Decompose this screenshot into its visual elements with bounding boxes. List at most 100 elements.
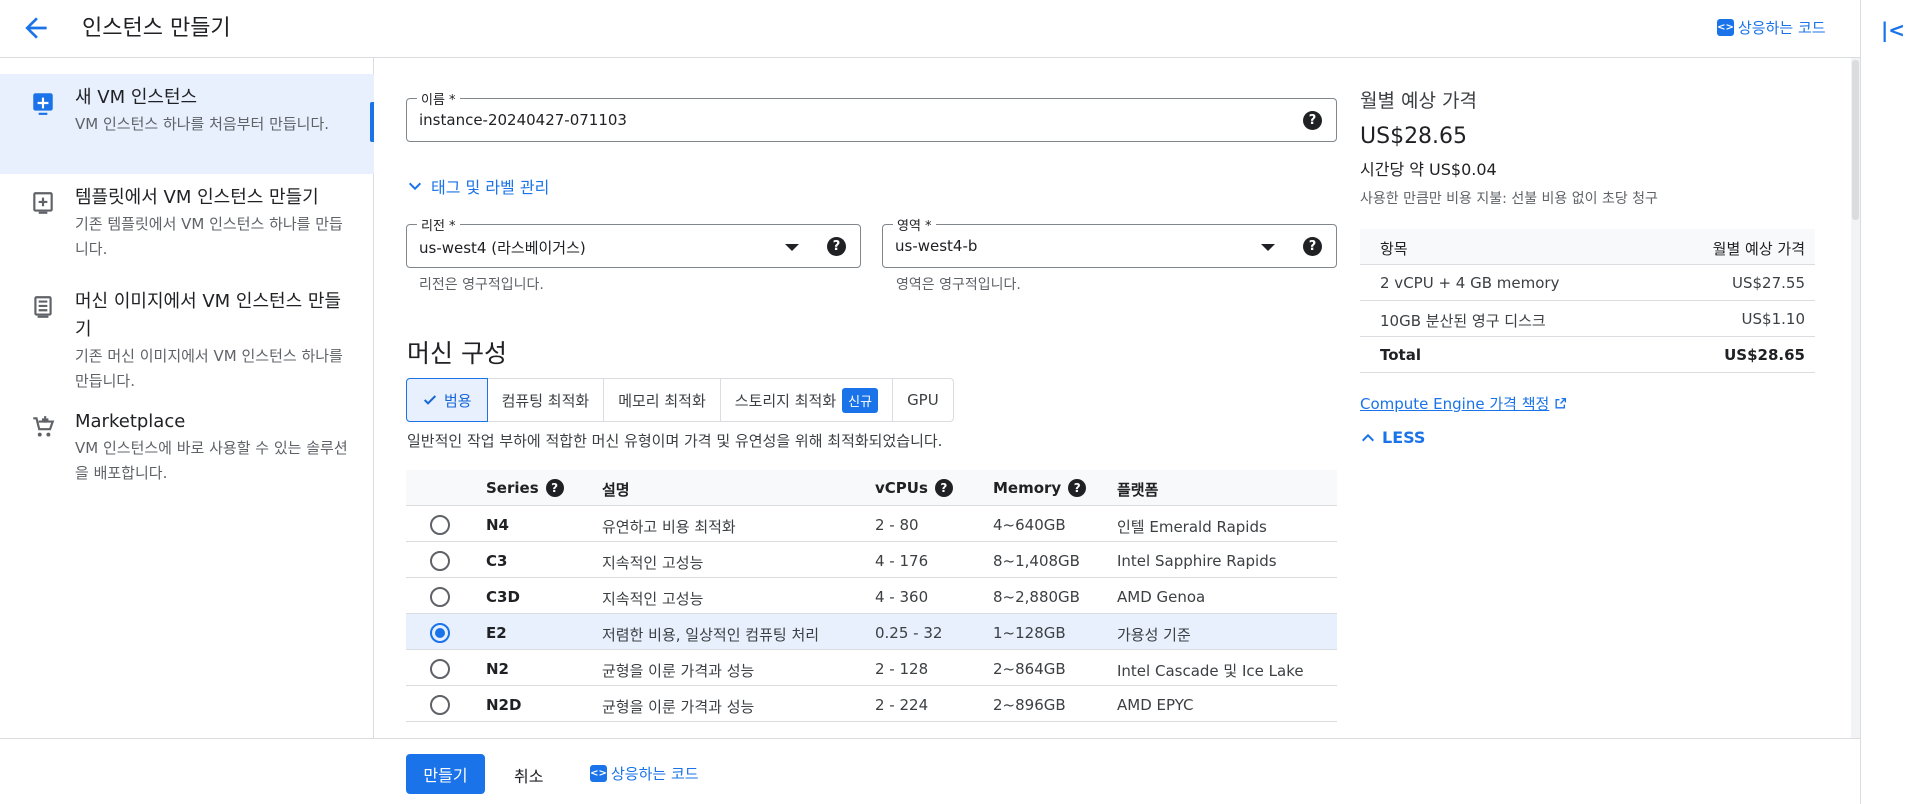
open-in-new-icon	[1555, 397, 1567, 409]
help-icon[interactable]: ?	[1303, 237, 1322, 256]
tab-label: 메모리 최적화	[618, 391, 706, 410]
code-icon: <>	[1717, 19, 1734, 36]
cell-series: N2D	[486, 696, 522, 714]
less-label: LESS	[1382, 428, 1426, 447]
cell-platform: Intel Cascade 및 Ice Lake	[1117, 662, 1304, 680]
table-row[interactable]: N2 균형을 이룬 가격과 성능 2 - 128 2~864GB Intel Casca…	[406, 650, 1337, 686]
series-radio[interactable]	[430, 587, 450, 607]
sidebar-item-title: 템플릿에서 VM 인스턴스 만들기	[75, 187, 319, 208]
sidebar-item-desc: VM 인스턴스 하나를 처음부터 만듭니다.	[75, 115, 330, 133]
manage-tags-label: 태그 및 라벨 관리	[431, 178, 550, 197]
template-add-icon	[33, 192, 53, 214]
pricing-link-label: Compute Engine 가격 책정	[1360, 395, 1550, 413]
sidebar-item-from-template[interactable]: 템플릿에서 VM 인스턴스 만들기 기존 템플릿에서 VM 인스턴스 하나를 만…	[0, 174, 374, 274]
sidebar-item-new-vm[interactable]: 새 VM 인스턴스 VM 인스턴스 하나를 처음부터 만듭니다.	[0, 74, 374, 174]
col-platform-label: 플랫폼	[1117, 481, 1159, 499]
help-icon[interactable]: ?	[827, 237, 846, 256]
help-icon[interactable]: ?	[934, 479, 953, 497]
zone-label: 영역 *	[893, 215, 936, 234]
help-icon[interactable]: ?	[1068, 479, 1087, 497]
cell-platform: 인텔 Emerald Rapids	[1117, 518, 1267, 536]
series-radio[interactable]	[430, 515, 450, 535]
estimate-hourly: 시간당 약 US$0.04	[1360, 160, 1497, 179]
cell-platform: 가용성 기준	[1117, 626, 1191, 644]
table-row: 2 vCPU + 4 GB memory US$27.55	[1360, 265, 1815, 301]
pricing-link[interactable]: Compute Engine 가격 책정	[1360, 393, 1567, 414]
col-memory-label: Memory	[993, 479, 1062, 497]
sidebar-item-desc: 기존 머신 이미지에서 VM 인스턴스 하나를 만듭니다.	[75, 347, 343, 390]
create-button[interactable]: 만들기	[406, 754, 485, 794]
cancel-button[interactable]: 취소	[514, 763, 543, 787]
col-series-label: Series	[486, 479, 539, 497]
table-row[interactable]: C3D 지속적인 고성능 4 - 360 8~2,880GB AMD Genoa	[406, 578, 1337, 614]
region-select[interactable]: 리전 * us-west4 (라스베이거스) ?	[406, 215, 861, 268]
cell-vcpus: 4 - 360	[875, 588, 929, 606]
machine-series-table: Series ? 설명 vCPUs ? Memory ? 플랫폼 N4 유연하고 …	[406, 470, 1337, 722]
table-row[interactable]: N4 유연하고 비용 최적화 2 - 80 4~640GB 인텔 Emerald Rap…	[406, 506, 1337, 542]
cost-breakdown-table: 항목 월별 예상 가격 2 vCPU + 4 GB memory US$27.5…	[1360, 229, 1815, 373]
code-icon: <>	[590, 765, 607, 782]
scrollbar[interactable]	[1851, 58, 1860, 738]
tab-label: 범용	[444, 391, 472, 410]
table-row[interactable]: E2 저렴한 비용, 일상적인 컴퓨팅 처리 0.25 - 32 1~128GB 가용성…	[406, 614, 1337, 650]
back-arrow-icon[interactable]	[20, 12, 52, 44]
machine-config-title: 머신 구성	[407, 339, 507, 368]
cell-platform: AMD EPYC	[1117, 696, 1194, 714]
instance-name-field[interactable]: 이름 * instance-20240427-071103 ?	[406, 89, 1337, 142]
cell-vcpus: 2 - 128	[875, 660, 929, 678]
region-hint: 리전은 영구적입니다.	[419, 277, 544, 293]
tab-compute-optimized[interactable]: 컴퓨팅 최적화	[488, 379, 605, 421]
cell-memory: 2~864GB	[993, 660, 1066, 678]
total-row: Total US$28.65	[1360, 337, 1815, 373]
sidebar-item-title: Marketplace	[75, 411, 186, 432]
zone-value: us-west4-b	[895, 237, 978, 255]
sidebar-item-from-machine-image[interactable]: 머신 이미지에서 VM 인스턴스 만들기 기존 머신 이미지에서 VM 인스턴스…	[0, 278, 374, 390]
cell-desc: 저렴한 비용, 일상적인 컴퓨팅 처리	[602, 626, 820, 644]
equivalent-code-label: 상응하는 코드	[611, 765, 699, 783]
equivalent-code-link[interactable]: <> 상응하는 코드	[1717, 17, 1826, 38]
zone-select[interactable]: 영역 * us-west4-b ?	[882, 215, 1337, 268]
cell-desc: 지속적인 고성능	[602, 554, 704, 572]
sidebar-item-marketplace[interactable]: Marketplace VM 인스턴스에 바로 사용할 수 있는 솔루션을 배포…	[0, 398, 374, 488]
scrollbar-thumb[interactable]	[1852, 60, 1859, 220]
cost-price: US$27.55	[1732, 274, 1805, 292]
cell-series: C3D	[486, 588, 520, 606]
series-radio[interactable]	[430, 551, 450, 571]
tab-storage-optimized[interactable]: 스토리지 최적화 신규	[721, 379, 894, 421]
tab-general-purpose[interactable]: 범용	[406, 378, 488, 422]
series-radio[interactable]	[430, 659, 450, 679]
cell-memory: 8~1,408GB	[993, 552, 1080, 570]
name-label: 이름 *	[417, 89, 460, 108]
tab-memory-optimized[interactable]: 메모리 최적화	[604, 379, 721, 421]
cell-vcpus: 0.25 - 32	[875, 624, 943, 642]
cost-price: US$1.10	[1741, 310, 1805, 328]
total-label: Total	[1380, 346, 1421, 364]
tab-gpu[interactable]: GPU	[893, 379, 953, 421]
less-toggle[interactable]: LESS	[1360, 428, 1425, 447]
cell-desc: 지속적인 고성능	[602, 590, 704, 608]
add-box-icon	[33, 93, 53, 115]
zone-hint: 영역은 영구적입니다.	[896, 277, 1021, 293]
equivalent-code-label: 상응하는 코드	[1738, 19, 1826, 37]
tab-label: 스토리지 최적화	[734, 391, 837, 410]
cell-series: N2	[486, 660, 509, 678]
tab-label: 컴퓨팅 최적화	[501, 391, 590, 410]
dropdown-arrow-icon	[785, 244, 799, 251]
manage-tags-labels-link[interactable]: 태그 및 라벨 관리	[407, 174, 549, 198]
cell-desc: 유연하고 비용 최적화	[602, 518, 736, 536]
col-memory: Memory ?	[993, 479, 1087, 497]
tab-description: 일반적인 작업 부하에 적합한 머신 유형이며 가격 및 유연성을 위해 최적화…	[407, 432, 943, 450]
table-row[interactable]: N2D 균형을 이룬 가격과 성능 2 - 224 2~896GB AMD EPYC	[406, 686, 1337, 722]
sidebar-item-title: 새 VM 인스턴스	[75, 87, 198, 108]
help-icon[interactable]: ?	[545, 479, 564, 497]
chevron-down-icon	[408, 182, 422, 191]
table-row[interactable]: C3 지속적인 고성능 4 - 176 8~1,408GB Intel Sapphire…	[406, 542, 1337, 578]
footer-equivalent-code-link[interactable]: <> 상응하는 코드	[590, 763, 699, 784]
help-icon[interactable]: ?	[1303, 111, 1322, 130]
collapse-panel-icon[interactable]: |<	[1881, 18, 1905, 42]
cell-desc: 균형을 이룬 가격과 성능	[602, 698, 755, 716]
cell-desc: 균형을 이룬 가격과 성능	[602, 662, 755, 680]
cell-memory: 1~128GB	[993, 624, 1066, 642]
series-radio[interactable]	[430, 623, 450, 643]
series-radio[interactable]	[430, 695, 450, 715]
